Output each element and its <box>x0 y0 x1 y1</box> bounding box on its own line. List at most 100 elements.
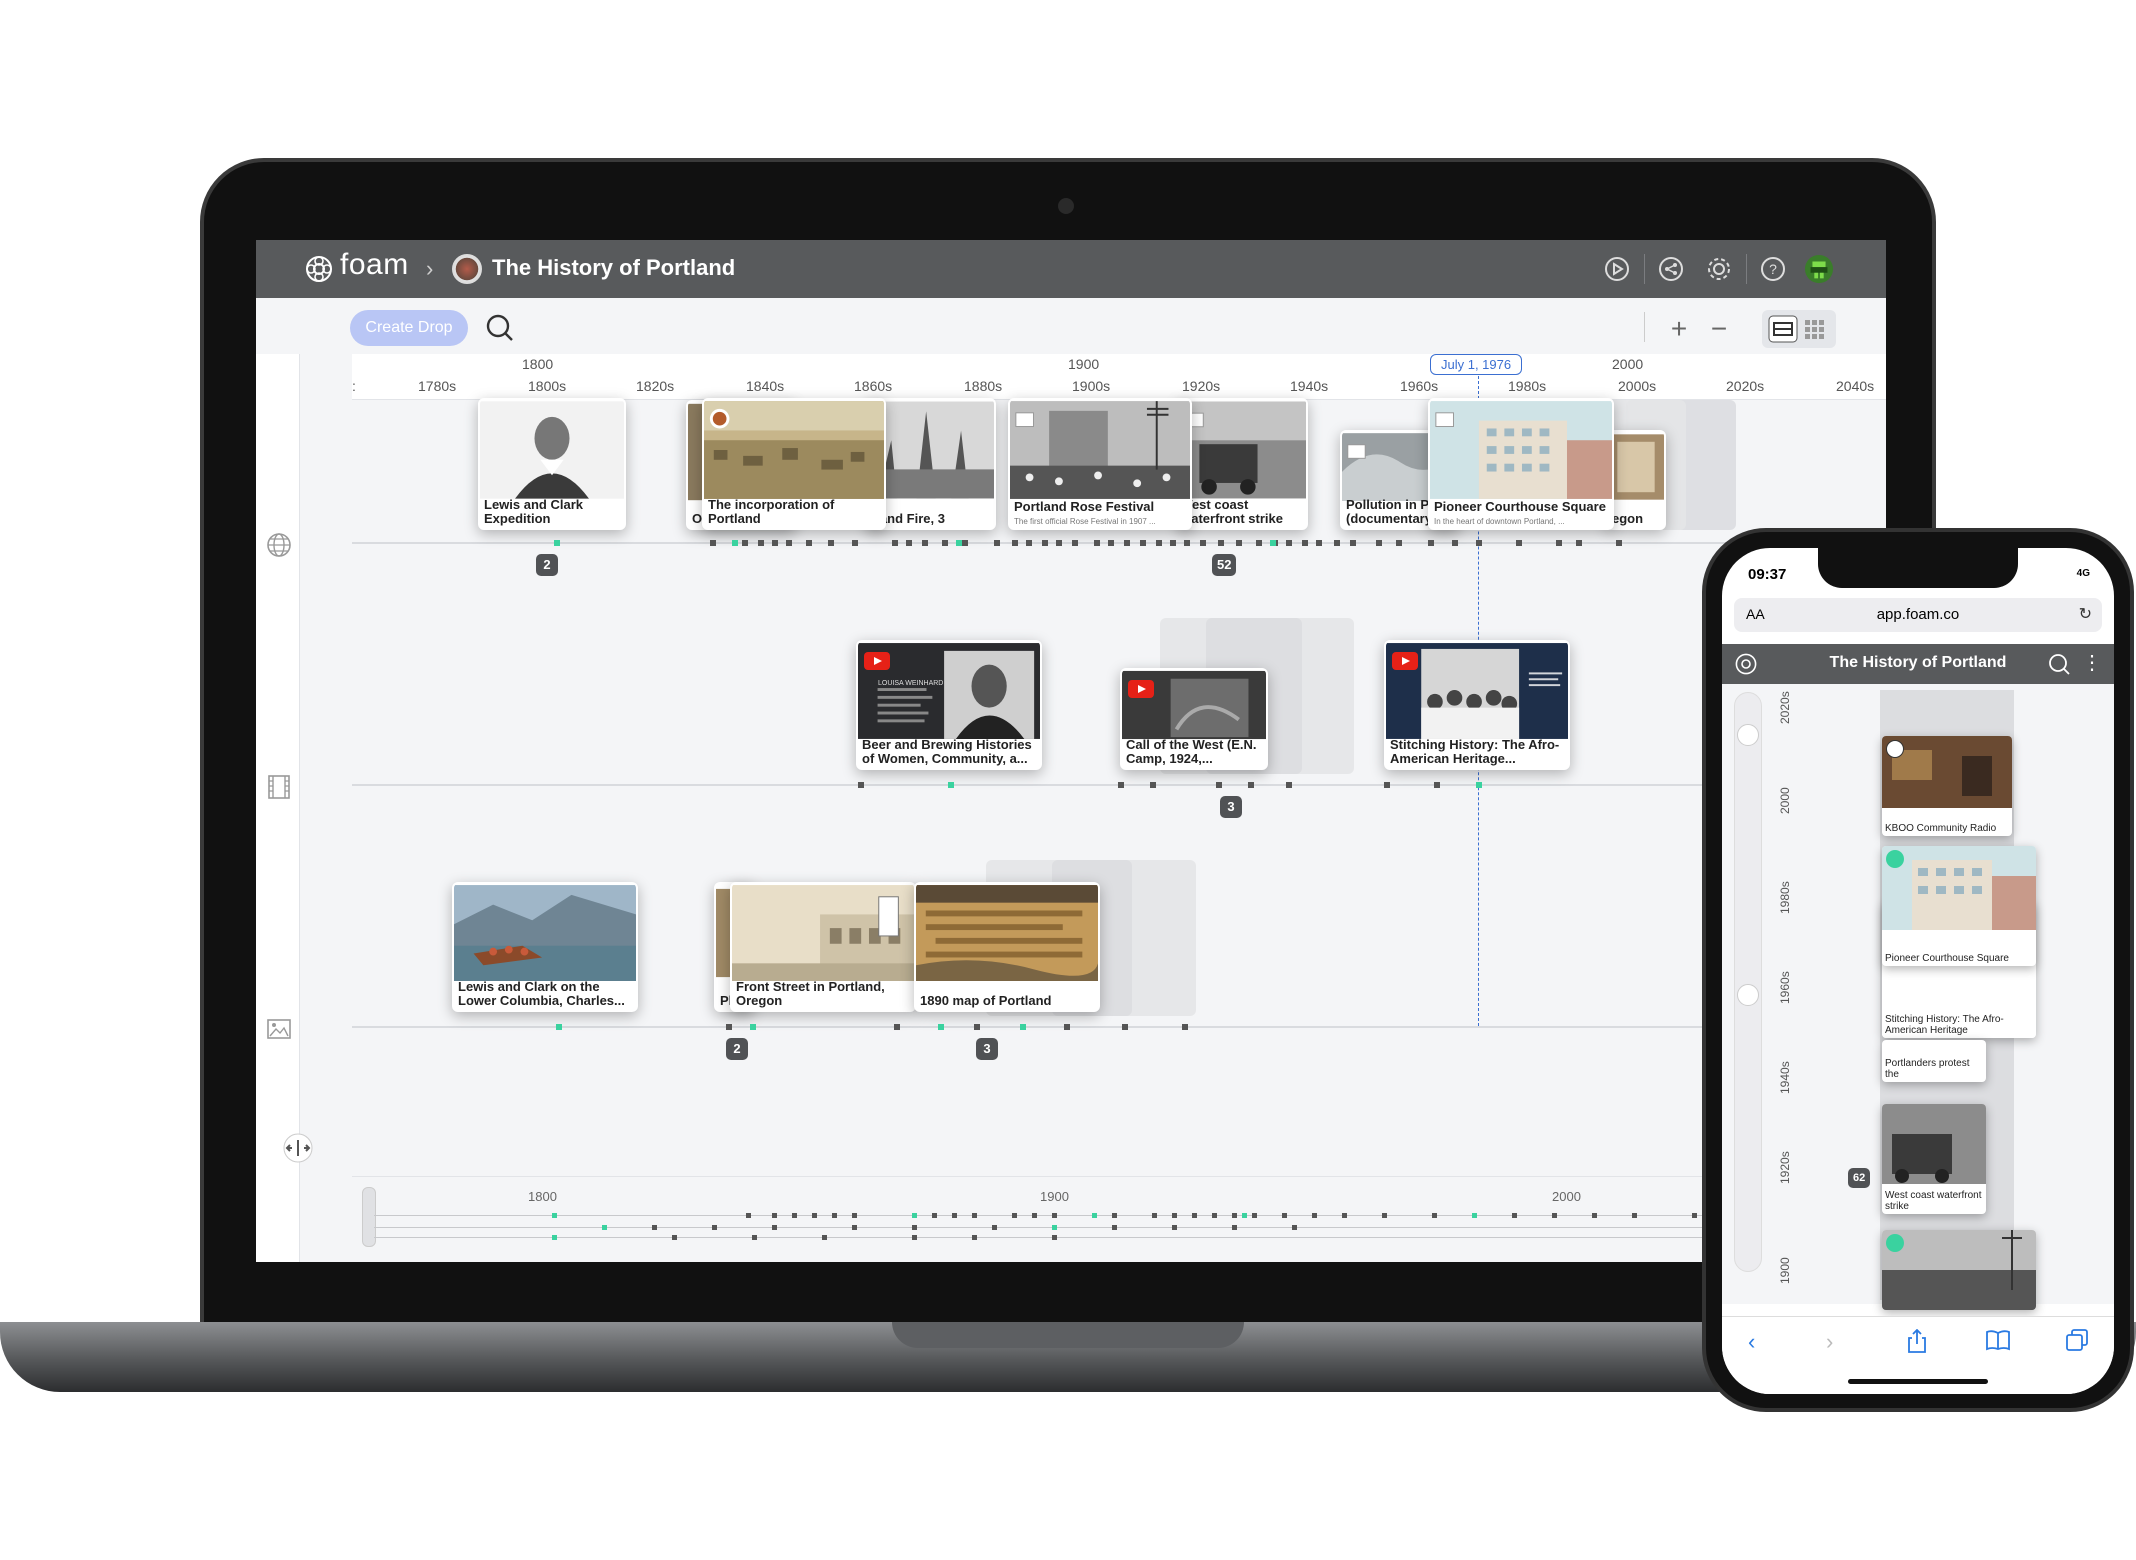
event-marker[interactable] <box>726 1024 732 1030</box>
event-marker-highlighted[interactable] <box>938 1024 944 1030</box>
slider-knob[interactable] <box>1737 724 1759 746</box>
forward-icon[interactable]: › <box>1826 1329 1833 1355</box>
user-avatar[interactable] <box>1804 254 1834 284</box>
event-marker[interactable] <box>1476 540 1482 546</box>
event-marker[interactable] <box>1428 540 1434 546</box>
foam-logo-icon[interactable] <box>304 254 334 284</box>
gear-icon[interactable] <box>1704 254 1734 284</box>
event-marker[interactable] <box>1384 782 1390 788</box>
share-icon[interactable] <box>1906 1329 1928 1353</box>
event-marker-highlighted[interactable] <box>554 540 560 546</box>
event-marker[interactable] <box>1376 540 1382 546</box>
event-marker-highlighted[interactable] <box>1020 1024 1026 1030</box>
lane-view-icon[interactable] <box>1768 315 1798 343</box>
drop-card[interactable]: LOUISA WEINHARD Beer and Brewing Histori… <box>856 640 1042 770</box>
event-marker-highlighted[interactable] <box>556 1024 562 1030</box>
phone-zoom-slider[interactable] <box>1734 692 1762 1272</box>
event-marker[interactable] <box>894 1024 900 1030</box>
timeline-axis[interactable]: 1800 1900 2000 : 1780s 1800s 1820s 1840s… <box>352 354 1886 400</box>
event-marker[interactable] <box>1182 1024 1188 1030</box>
share-icon[interactable] <box>1656 254 1686 284</box>
cluster-count-badge[interactable]: 52 <box>1212 554 1237 576</box>
cluster-count-badge[interactable]: 2 <box>726 1038 748 1060</box>
drop-card[interactable]: Pioneer Courthouse Square In the heart o… <box>1428 398 1614 530</box>
event-marker-highlighted[interactable] <box>948 782 954 788</box>
event-marker[interactable] <box>1216 782 1222 788</box>
event-marker[interactable] <box>1118 782 1124 788</box>
zoom-out-button[interactable]: − <box>1702 312 1736 346</box>
event-marker[interactable] <box>858 782 864 788</box>
drop-card[interactable]: Call of the West (E.N. Camp, 1924,... <box>1120 668 1268 770</box>
phone-drop-card[interactable]: Portlanders protest the <box>1882 1040 1986 1082</box>
event-marker[interactable] <box>906 540 912 546</box>
event-marker[interactable] <box>1236 540 1242 546</box>
event-marker[interactable] <box>994 540 1000 546</box>
drop-card[interactable]: 1890 map of Portland <box>914 882 1100 1012</box>
more-menu-icon[interactable]: ⋮ <box>2082 650 2102 675</box>
event-marker[interactable] <box>1434 782 1440 788</box>
event-marker[interactable] <box>1316 540 1322 546</box>
event-marker-highlighted[interactable] <box>1476 782 1482 788</box>
event-marker[interactable] <box>828 540 834 546</box>
reload-icon[interactable]: ↻ <box>2079 604 2092 624</box>
phone-drop-card[interactable]: Pioneer Courthouse Square <box>1882 846 2036 966</box>
event-marker[interactable] <box>1286 782 1292 788</box>
event-marker[interactable] <box>742 540 748 546</box>
create-drop-button[interactable]: Create Drop <box>350 310 468 346</box>
event-marker[interactable] <box>1452 540 1458 546</box>
event-marker[interactable] <box>1396 540 1402 546</box>
drop-card[interactable]: The incorporation of Portland <box>702 398 886 530</box>
event-marker[interactable] <box>922 540 928 546</box>
phone-timeline[interactable]: 2020s 2000 1980s 1960s 1940s 1920s 1900 … <box>1722 684 2114 1310</box>
event-marker[interactable] <box>974 1024 980 1030</box>
event-marker[interactable] <box>1140 540 1146 546</box>
event-marker[interactable] <box>1124 540 1130 546</box>
event-marker[interactable] <box>786 540 792 546</box>
event-marker[interactable] <box>1064 1024 1070 1030</box>
tabs-icon[interactable] <box>2066 1329 2088 1351</box>
timeline-minimap[interactable]: 1800 1900 2000 <box>352 1176 1886 1262</box>
event-marker[interactable] <box>852 540 858 546</box>
event-marker[interactable] <box>1556 540 1562 546</box>
event-marker[interactable] <box>806 540 812 546</box>
search-icon[interactable] <box>484 312 516 344</box>
event-marker-highlighted[interactable] <box>750 1024 756 1030</box>
event-marker[interactable] <box>1170 540 1176 546</box>
slider-knob[interactable] <box>1737 984 1759 1006</box>
event-marker-highlighted[interactable] <box>732 540 738 546</box>
minimap-handle[interactable] <box>362 1187 376 1247</box>
phone-drop-card[interactable]: KBOO Community Radio <box>1882 736 2012 836</box>
cluster-count-badge[interactable]: 3 <box>976 1038 998 1060</box>
event-marker[interactable] <box>942 540 948 546</box>
lane-resize-handle[interactable] <box>282 1132 314 1164</box>
phone-drop-card[interactable]: West coast waterfront strike <box>1882 1104 1986 1214</box>
drop-card[interactable]: Portland Rose Festival The first officia… <box>1008 398 1192 530</box>
current-date-marker[interactable]: July 1, 1976 <box>1430 354 1523 375</box>
play-icon[interactable] <box>1602 254 1632 284</box>
event-marker[interactable] <box>1576 540 1582 546</box>
search-icon[interactable] <box>2048 653 2070 675</box>
drop-card[interactable]: Lewis and Clark Expedition <box>478 398 626 530</box>
event-marker[interactable] <box>1156 540 1162 546</box>
event-marker[interactable] <box>1200 540 1206 546</box>
event-marker[interactable] <box>1256 540 1262 546</box>
phone-drop-card[interactable] <box>1882 1230 2036 1310</box>
cluster-count-badge[interactable]: 3 <box>1220 796 1242 818</box>
event-marker[interactable] <box>1026 540 1032 546</box>
drop-card[interactable]: Stitching History: The Afro-American Her… <box>1384 640 1570 770</box>
event-marker[interactable] <box>1516 540 1522 546</box>
project-title[interactable]: The History of Portland <box>492 255 735 281</box>
logo-text[interactable]: foam <box>340 248 409 282</box>
event-marker-highlighted[interactable] <box>956 540 962 546</box>
drop-card[interactable]: Front Street in Portland, Oregon <box>730 882 916 1012</box>
event-marker[interactable] <box>1334 540 1340 546</box>
phone-url[interactable]: app.foam.co <box>1734 606 2102 623</box>
drop-card[interactable]: Vest coast vaterfront strike <box>1178 398 1308 530</box>
event-marker[interactable] <box>1012 540 1018 546</box>
back-icon[interactable]: ‹ <box>1748 1329 1755 1355</box>
event-marker[interactable] <box>1616 540 1622 546</box>
event-marker[interactable] <box>1286 540 1292 546</box>
event-marker[interactable] <box>1122 1024 1128 1030</box>
cluster-count-badge[interactable]: 2 <box>536 554 558 576</box>
event-marker[interactable] <box>758 540 764 546</box>
